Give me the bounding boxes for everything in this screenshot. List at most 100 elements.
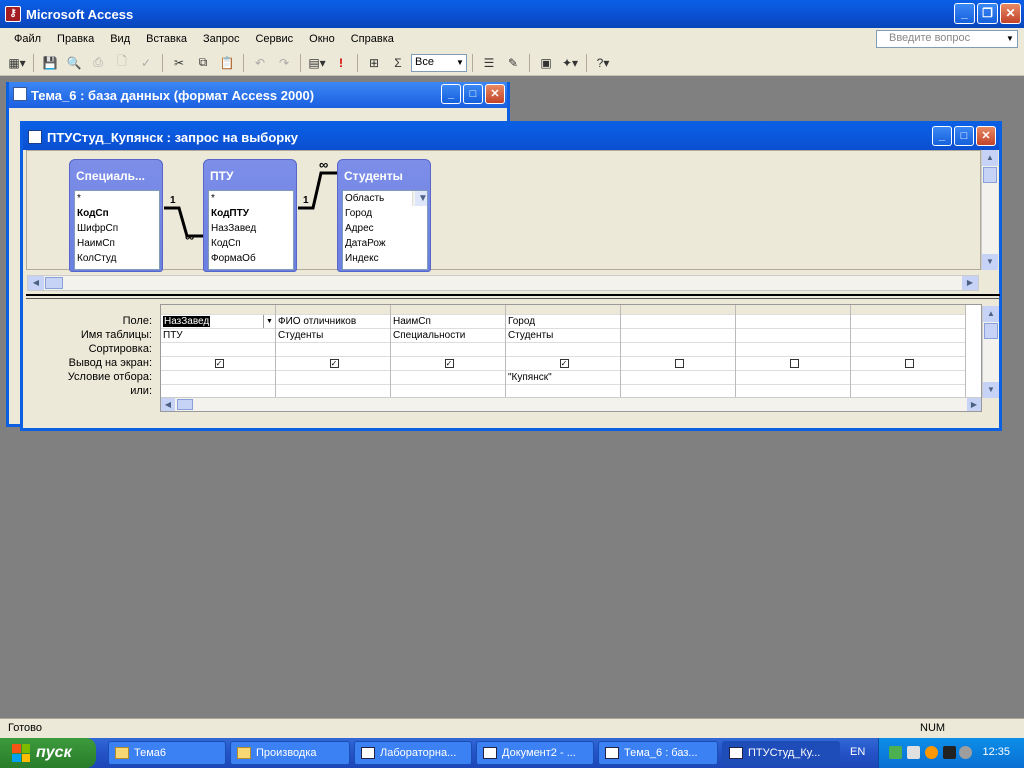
chevron-down-icon[interactable]: ▼ [263,315,275,328]
sort-cell[interactable] [506,343,620,357]
field-list[interactable]: * КодПТУ НазЗавед КодСп ФормаОб [208,190,294,270]
top-values-select[interactable]: Все ▼ [411,53,467,72]
spelling-icon[interactable]: ✓ [135,52,157,74]
menu-window[interactable]: Окно [301,33,343,45]
redo-icon[interactable]: ↷ [273,52,295,74]
new-object-icon[interactable]: ✦▾ [559,52,581,74]
column-selector[interactable] [851,305,965,315]
show-cell[interactable]: ✓ [391,357,505,371]
scroll-up-icon[interactable]: ▲ [982,150,998,166]
menu-tools[interactable]: Сервис [247,33,301,45]
criteria-cell[interactable] [621,371,735,385]
field-item[interactable]: КодСп [75,206,159,221]
table-ptu[interactable]: ПТУ * КодПТУ НазЗавед КодСп ФормаОб [203,159,297,272]
show-checkbox[interactable] [904,358,914,368]
help-dropdown-icon[interactable]: ▼ [1003,31,1017,47]
pane-splitter[interactable] [26,294,1000,299]
cut-icon[interactable]: ✂ [168,52,190,74]
query-close-button[interactable]: ✕ [976,126,996,146]
tray-app-icon[interactable] [959,746,972,759]
table-cell[interactable] [736,329,850,343]
scroll-up-icon[interactable]: ▲ [983,306,999,322]
minimize-button[interactable]: _ [954,3,975,24]
criteria-cell[interactable] [161,371,275,385]
field-item[interactable]: ФормаОб [209,251,293,266]
copy-icon[interactable]: ⧉ [192,52,214,74]
column-selector[interactable] [506,305,620,315]
table-title[interactable]: Студенты [338,160,430,190]
field-list[interactable]: * КодСп ШифрСп НаимСп КолСтуд [74,190,160,270]
field-item[interactable]: НаимСп [75,236,159,251]
show-cell[interactable]: ✓ [276,357,390,371]
field-cell[interactable]: НаимСп [391,315,505,329]
table-cell[interactable]: Специальности [391,329,505,343]
table-pane-vscrollbar[interactable]: ▲ ▼ [981,150,998,270]
field-cell[interactable] [621,315,735,329]
taskbar-button-active[interactable]: ПТУСтуд_Ку... [722,741,840,765]
table-pane-hscrollbar[interactable]: ◀ ▶ [27,275,979,291]
taskbar-button[interactable]: Тема_6 : баз... [598,741,718,765]
field-cell[interactable]: Город [506,315,620,329]
start-button[interactable]: пуск [0,738,96,768]
menu-file[interactable]: Файл [6,33,49,45]
field-item[interactable]: НазЗавед [209,221,293,236]
column-selector[interactable] [276,305,390,315]
field-cell[interactable]: ФИО отличников [276,315,390,329]
view-icon[interactable]: ▦▾ [6,52,28,74]
sort-cell[interactable] [736,343,850,357]
database-window-icon[interactable]: ▣ [535,52,557,74]
scroll-down-icon[interactable]: ▼ [982,254,998,270]
field-item[interactable]: ДатаРож [343,236,427,251]
field-cell[interactable]: НазЗавед ▼ [161,315,275,329]
field-item[interactable]: Город [343,206,427,221]
show-checkbox[interactable]: ✓ [214,358,224,368]
db-close-button[interactable]: ✕ [485,84,505,104]
field-item[interactable]: КолСтуд [75,251,159,266]
grid-vscrollbar[interactable]: ▲ ▼ [982,306,999,398]
scroll-down-icon[interactable]: ▼ [983,382,999,398]
column-selector[interactable] [736,305,850,315]
restore-button[interactable]: ❐ [977,3,998,24]
column-selector[interactable] [391,305,505,315]
table-cell[interactable]: Студенты [506,329,620,343]
show-checkbox[interactable]: ✓ [329,358,339,368]
db-minimize-button[interactable]: _ [441,84,461,104]
show-cell[interactable] [736,357,850,371]
taskbar-button[interactable]: Тема6 [108,741,226,765]
menu-insert[interactable]: Вставка [138,33,195,45]
show-cell[interactable] [851,357,965,371]
close-button[interactable]: ✕ [1000,3,1021,24]
help-icon[interactable]: ?▾ [592,52,614,74]
properties-icon[interactable]: ☰ [478,52,500,74]
show-checkbox[interactable]: ✓ [444,358,454,368]
field-item[interactable]: Индекс [343,251,427,266]
show-checkbox[interactable]: ✓ [559,358,569,368]
show-checkbox[interactable] [674,358,684,368]
sort-cell[interactable] [276,343,390,357]
field-item[interactable]: * [209,191,293,206]
run-icon[interactable]: ! [330,52,352,74]
clock[interactable]: 12:35 [982,746,1010,758]
antivirus-icon[interactable] [925,746,938,759]
print-preview-icon[interactable]: 🗋 [111,52,133,74]
scroll-thumb[interactable] [984,323,998,339]
save-icon[interactable]: 💾 [39,52,61,74]
scroll-left-icon[interactable]: ◀ [28,276,44,290]
sort-cell[interactable] [391,343,505,357]
menu-help[interactable]: Справка [343,33,402,45]
scroll-left-icon[interactable]: ◀ [161,398,175,411]
chevron-down-icon[interactable]: ▼ [454,55,466,71]
column-selector[interactable] [161,305,275,315]
criteria-cell[interactable] [391,371,505,385]
scroll-right-icon[interactable]: ▶ [967,398,981,411]
volume-icon[interactable] [907,746,920,759]
print-icon[interactable]: ⎙ [87,52,109,74]
table-title[interactable]: Специаль... [70,160,162,190]
grid-hscrollbar[interactable]: ◀ ▶ [161,397,981,411]
build-icon[interactable]: ✎ [502,52,524,74]
db-maximize-button[interactable]: □ [463,84,483,104]
field-item[interactable]: ШифрСп [75,221,159,236]
access-key-icon[interactable]: ⚷ [5,6,21,22]
menu-query[interactable]: Запрос [195,33,247,45]
criteria-cell[interactable] [276,371,390,385]
